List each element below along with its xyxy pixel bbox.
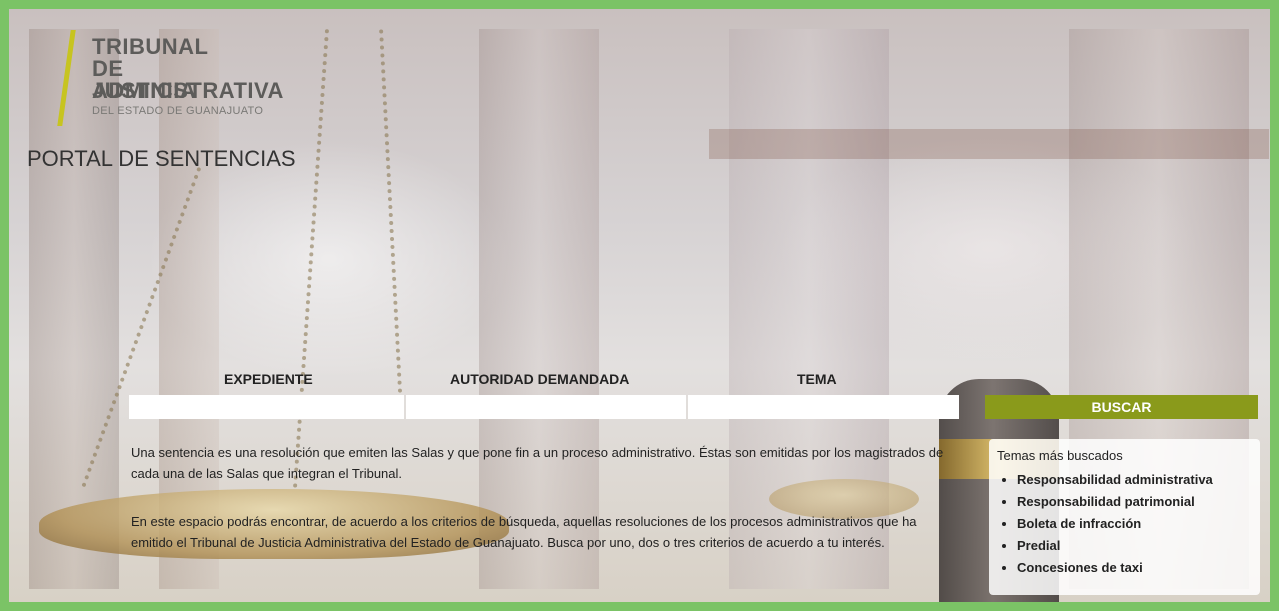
scale-chain	[379, 28, 413, 410]
popular-topics-title: Temas más buscados	[997, 448, 1123, 463]
autoridad-label: AUTORIDAD DEMANDADA	[450, 371, 630, 387]
expediente-label: EXPEDIENTE	[224, 371, 313, 387]
topic-link-responsabilidad-patrimonial[interactable]: Responsabilidad patrimonial	[1017, 491, 1252, 513]
background-shelf-band	[709, 129, 1269, 159]
expediente-input[interactable]	[129, 395, 404, 419]
topic-link-boleta-infraccion[interactable]: Boleta de infracción	[1017, 513, 1252, 535]
buscar-button[interactable]: BUSCAR	[985, 395, 1258, 419]
popular-topics-panel: Temas más buscados Responsabilidad admin…	[989, 439, 1260, 595]
tema-input[interactable]	[688, 395, 959, 419]
logo-text-line1: TRIBUNAL	[92, 34, 209, 59]
background-bookshelf	[479, 29, 599, 589]
topic-link-responsabilidad-administrativa[interactable]: Responsabilidad administrativa	[1017, 469, 1252, 491]
logo-subtitle: DEL ESTADO DE GUANAJUATO	[92, 105, 264, 117]
scale-chain	[292, 29, 340, 489]
description-paragraph-1: Una sentencia es una resolución que emit…	[131, 445, 944, 481]
topic-link-concesiones-taxi[interactable]: Concesiones de taxi	[1017, 557, 1252, 579]
tema-label: TEMA	[797, 371, 837, 387]
logo-text-line3: ADMINISTRATIVA	[92, 78, 284, 103]
description-paragraph-2: En este espacio podrás encontrar, de acu…	[131, 514, 917, 550]
topic-link-predial[interactable]: Predial	[1017, 535, 1252, 557]
popular-topics-list: Responsabilidad administrativa Responsab…	[997, 469, 1252, 579]
autoridad-input[interactable]	[406, 395, 686, 419]
page-title: PORTAL DE SENTENCIAS	[27, 146, 296, 171]
